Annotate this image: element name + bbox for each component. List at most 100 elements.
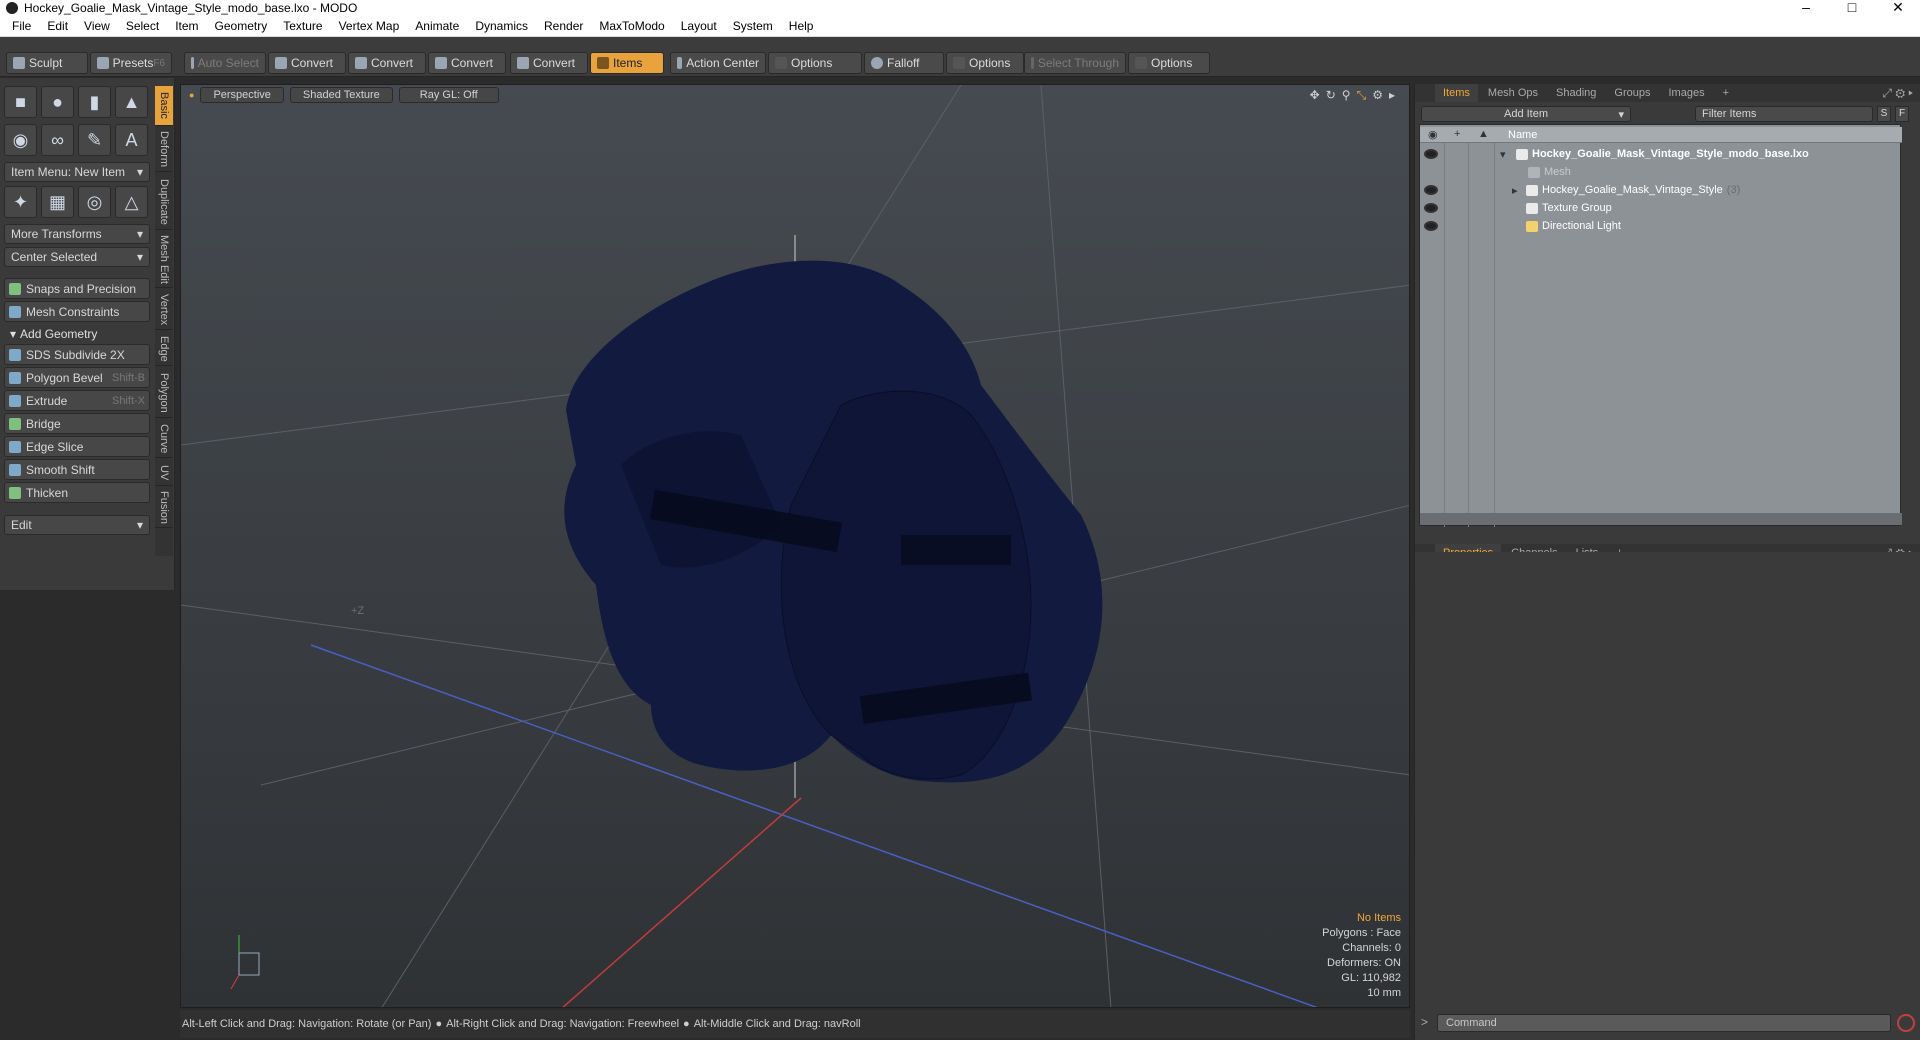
pen-icon[interactable]: ✎ [78, 124, 111, 156]
bridge-button[interactable]: Bridge [4, 413, 150, 434]
torus-icon[interactable]: ◉ [4, 124, 37, 156]
tree-row-scene[interactable]: ▾ Hockey_Goalie_Mask_Vintage_Style_modo_… [1420, 145, 1902, 163]
viewport-expand-icon[interactable]: ▸ [1389, 88, 1395, 103]
menu-animate[interactable]: Animate [407, 19, 467, 33]
polygon-bevel-button[interactable]: Polygon Bevel Shift-B [4, 367, 150, 388]
convert-vertices-button[interactable]: Convert [268, 52, 346, 74]
extrude-button[interactable]: Extrude Shift-X [4, 390, 150, 411]
presets-button[interactable]: Presets F6 [90, 52, 172, 74]
convert-polygons-button[interactable]: Convert [428, 52, 506, 74]
tab-deform[interactable]: Deform [155, 128, 173, 172]
visibility-eye-icon[interactable] [1424, 185, 1438, 195]
tree-row-texture-group[interactable]: Texture Group [1420, 199, 1902, 217]
rotate-icon[interactable]: ↻ [1326, 88, 1336, 103]
tab-curve[interactable]: Curve [155, 420, 173, 458]
minimize-icon[interactable]: – [1784, 0, 1828, 16]
convert-edges-button[interactable]: Convert [348, 52, 426, 74]
name-column-header[interactable]: Name [1508, 129, 1537, 141]
capsule-icon[interactable]: ∞ [41, 124, 74, 156]
menu-texture[interactable]: Texture [275, 19, 330, 33]
cube-icon[interactable]: ■ [4, 86, 37, 118]
viewport-menu-icon[interactable]: ● [189, 90, 194, 100]
items-mode-button[interactable]: Items [590, 52, 664, 74]
select-through-button[interactable]: Select Through [1024, 52, 1126, 74]
collapsed-arrow-icon[interactable]: ▸ [1512, 184, 1518, 197]
3d-viewport[interactable]: +Z ● Perspective Shaded Texture Ray GL: … [180, 84, 1410, 1008]
tab-fusion[interactable]: Fusion [155, 488, 173, 528]
tree-row-directional-light[interactable]: Directional Light [1420, 217, 1902, 235]
tab-uv[interactable]: UV [155, 460, 173, 486]
menu-layout[interactable]: Layout [673, 19, 725, 33]
command-input[interactable]: Command [1437, 1014, 1891, 1032]
tab-polygon[interactable]: Polygon [155, 368, 173, 418]
cone-icon[interactable]: ▲ [115, 86, 148, 118]
visibility-eye-icon[interactable] [1424, 221, 1438, 231]
falloff-options-button[interactable]: Options [946, 52, 1024, 74]
maximize-icon[interactable]: □ [1830, 0, 1874, 16]
filter-items-input[interactable]: Filter Items [1695, 106, 1873, 122]
tab-edge[interactable]: Edge [155, 332, 173, 366]
goalie-mask-mesh[interactable] [564, 260, 1103, 783]
edit-dropdown[interactable]: Edit ▾ [4, 515, 150, 535]
sculpt-button[interactable]: Sculpt [6, 52, 88, 74]
ray-gl-button[interactable]: Ray GL: Off [398, 87, 499, 103]
center-selected-dropdown[interactable]: Center Selected ▾ [4, 247, 150, 267]
tree-row-mask-group[interactable]: ▸ Hockey_Goalie_Mask_Vintage_Style (3) [1420, 181, 1902, 199]
auto-select-button[interactable]: Auto Select [184, 52, 266, 74]
menu-maxtomodo[interactable]: MaxToModo [591, 19, 672, 33]
menu-render[interactable]: Render [536, 19, 591, 33]
tab-items[interactable]: Items [1435, 84, 1478, 102]
cylinder-icon[interactable]: ▮ [78, 86, 111, 118]
menu-dynamics[interactable]: Dynamics [467, 19, 536, 33]
snaps-precision-button[interactable]: Snaps and Precision [4, 278, 150, 299]
sphere-icon[interactable]: ● [41, 86, 74, 118]
menu-help[interactable]: Help [781, 19, 822, 33]
grid-icon[interactable]: ▦ [41, 186, 74, 218]
convert-materials-button[interactable]: Convert [510, 52, 588, 74]
expand-arrow-icon[interactable]: ▾ [1500, 148, 1506, 161]
tab-vertex[interactable]: Vertex [155, 290, 173, 330]
zoom-icon[interactable]: ⚲ [1342, 88, 1351, 103]
action-center-options-button[interactable]: Options [768, 52, 862, 74]
filter-s-button[interactable]: S [1877, 106, 1891, 122]
menu-vertex-map[interactable]: Vertex Map [331, 19, 408, 33]
menu-item[interactable]: Item [167, 19, 206, 33]
item-menu-dropdown[interactable]: Item Menu: New Item ▾ [4, 162, 150, 182]
fit-icon[interactable]: ⤡ [1357, 88, 1367, 103]
sds-subdivide-button[interactable]: SDS Subdivide 2X [4, 344, 150, 365]
thicken-button[interactable]: Thicken [4, 482, 150, 503]
add-geometry-heading[interactable]: ▾ Add Geometry [4, 324, 150, 344]
record-icon[interactable] [1897, 1014, 1915, 1032]
close-icon[interactable]: ✕ [1876, 0, 1920, 16]
falloff-button[interactable]: Falloff [864, 52, 944, 74]
edge-slice-button[interactable]: Edge Slice [4, 436, 150, 457]
more-transforms-dropdown[interactable]: More Transforms ▾ [4, 224, 150, 244]
shaded-texture-button[interactable]: Shaded Texture [289, 87, 393, 103]
filter-f-button[interactable]: F [1895, 106, 1909, 122]
stretch-icon[interactable]: △ [115, 186, 148, 218]
tab-shading[interactable]: Shading [1548, 84, 1604, 102]
select-through-options-button[interactable]: Options [1128, 52, 1210, 74]
menu-select[interactable]: Select [118, 19, 167, 33]
tab-groups[interactable]: Groups [1606, 84, 1658, 102]
menu-file[interactable]: File [0, 19, 39, 33]
globe-icon[interactable]: ◎ [78, 186, 111, 218]
smooth-shift-button[interactable]: Smooth Shift [4, 459, 150, 480]
item-list-scrollbar[interactable] [1420, 513, 1902, 525]
transform-icon[interactable]: ✦ [4, 186, 37, 218]
pan-icon[interactable]: ✥ [1310, 88, 1320, 103]
menu-edit[interactable]: Edit [39, 19, 76, 33]
text-icon[interactable]: A [115, 124, 148, 156]
menu-view[interactable]: View [76, 19, 118, 33]
tab-basic[interactable]: Basic [155, 86, 173, 126]
menu-system[interactable]: System [725, 19, 781, 33]
add-item-button[interactable]: Add Item ▾ [1421, 106, 1631, 122]
tab-mesh-ops[interactable]: Mesh Ops [1480, 84, 1546, 102]
tab-mesh-edit[interactable]: Mesh Edit [155, 232, 173, 288]
menu-geometry[interactable]: Geometry [207, 19, 276, 33]
visibility-eye-icon[interactable] [1424, 203, 1438, 213]
action-center-button[interactable]: Action Center [670, 52, 766, 74]
add-tab-icon[interactable]: + [1715, 84, 1737, 102]
tab-images[interactable]: Images [1661, 84, 1713, 102]
tree-row-mesh[interactable]: Mesh [1420, 163, 1902, 181]
